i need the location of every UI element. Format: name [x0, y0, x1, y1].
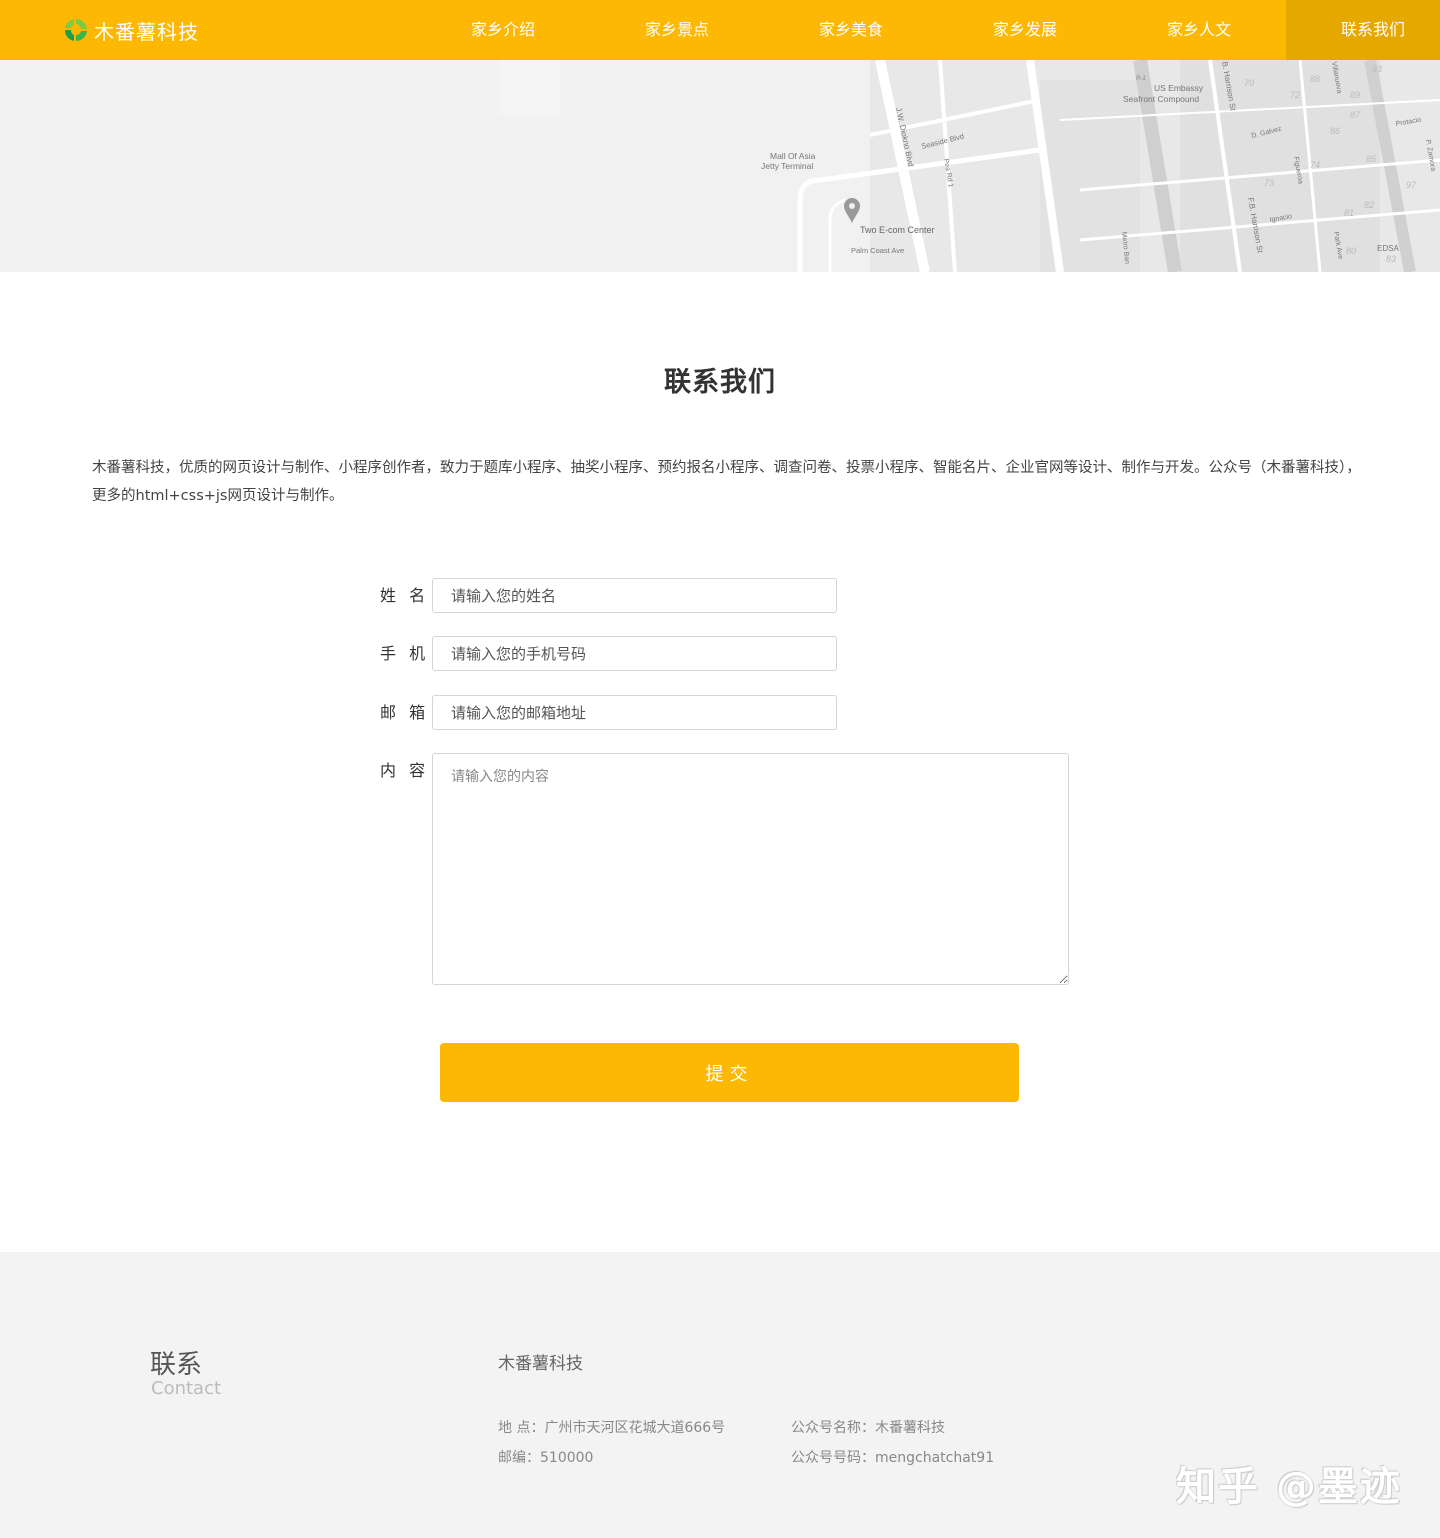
nav-item-development[interactable]: 家乡发展 [938, 0, 1112, 60]
brand-logo[interactable]: 木番薯科技 [62, 14, 199, 46]
nav-item-food[interactable]: 家乡美食 [764, 0, 938, 60]
map-num: 81 [1344, 208, 1354, 218]
map-label-mall2: Jetty Terminal [761, 161, 813, 171]
top-navbar: 木番薯科技 家乡介绍 家乡景点 家乡美食 家乡发展 家乡人文 联系我们 [0, 0, 1440, 60]
map-label-embassy2: Seafront Compound [1123, 94, 1199, 104]
map-num: 89 [1350, 90, 1360, 100]
footer: 联系 Contact 木番薯科技 地 点：广州市天河区花城大道666号 邮编：5… [0, 1252, 1440, 1538]
submit-button[interactable]: 提交 [440, 1043, 1019, 1102]
name-label: 姓 名 [380, 586, 430, 605]
footer-account-id: 公众号号码：mengchatchat91 [791, 1450, 995, 1466]
footer-account-name: 公众号名称：木番薯科技 [791, 1420, 945, 1436]
map-banner[interactable]: US Embassy Seafront Compound Mall Of Asi… [0, 60, 1440, 272]
map-num: 87 [1350, 110, 1361, 120]
intro-paragraph: 木番薯科技，优质的网页设计与制作、小程序创作者，致力于题库小程序、抽奖小程序、预… [92, 460, 1361, 504]
brand-name: 木番薯科技 [94, 19, 199, 44]
content-row: 内 容 [380, 753, 1069, 985]
nav-item-contact[interactable]: 联系我们 [1286, 0, 1440, 60]
map-num: 88 [1310, 74, 1320, 84]
email-label: 邮 箱 [380, 703, 430, 722]
main-menu: 家乡介绍 家乡景点 家乡美食 家乡发展 家乡人文 联系我们 [416, 0, 1440, 60]
logo-swirl-icon [64, 18, 87, 42]
footer-address: 地 点：广州市天河区花城大道666号 [498, 1420, 726, 1436]
nav-item-culture[interactable]: 家乡人文 [1112, 0, 1286, 60]
map-num: 93 [1372, 64, 1382, 74]
email-input[interactable] [432, 695, 837, 730]
map-num: 85 [1366, 154, 1377, 164]
map-num: 82 [1364, 200, 1374, 210]
map-label-embassy: US Embassy [1154, 83, 1204, 93]
nav-item-intro[interactable]: 家乡介绍 [416, 0, 590, 60]
page-title: 联系我们 [664, 367, 776, 398]
footer-postcode: 邮编：510000 [498, 1450, 594, 1466]
map-label-ecom: Two E-com Center [860, 225, 935, 235]
name-row: 姓 名 [380, 578, 837, 613]
map-graphic: US Embassy Seafront Compound Mall Of Asi… [0, 60, 1440, 272]
map-num: 97 [1406, 180, 1417, 190]
map-num: 70 [1244, 78, 1254, 88]
map-num: 83 [1386, 254, 1396, 264]
email-row: 邮 箱 [380, 695, 837, 730]
map-num: 72 [1290, 90, 1300, 100]
map-num: 73 [1264, 178, 1274, 188]
map-label-r1: R-1 [1136, 76, 1146, 82]
footer-subtitle: Contact [151, 1378, 222, 1399]
map-num: 80 [1346, 246, 1356, 256]
nav-item-attractions[interactable]: 家乡景点 [590, 0, 764, 60]
footer-title: 联系 [150, 1350, 203, 1380]
phone-input[interactable] [432, 636, 837, 671]
name-input[interactable] [432, 578, 837, 613]
footer-company: 木番薯科技 [498, 1354, 583, 1374]
map-num: 74 [1310, 160, 1320, 170]
phone-row: 手 机 [380, 636, 837, 671]
watermark: 知乎 @墨迹 [1176, 1464, 1402, 1510]
map-label-edsa: EDSA [1377, 244, 1399, 253]
content-label: 内 容 [380, 761, 430, 780]
map-num: 86 [1330, 126, 1340, 136]
map-label-mall: Mall Of Asia [770, 151, 816, 161]
phone-label: 手 机 [380, 644, 430, 663]
map-label-palm: Palm Coast Ave [851, 246, 904, 255]
content-textarea[interactable] [432, 753, 1069, 985]
